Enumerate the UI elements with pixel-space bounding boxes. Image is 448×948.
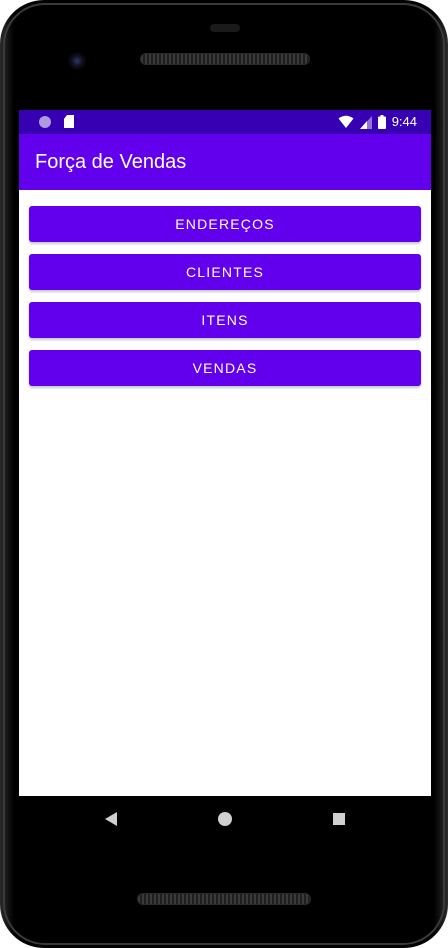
back-icon[interactable]: [105, 812, 117, 826]
battery-icon: [377, 115, 386, 129]
vendas-button[interactable]: VENDAS: [29, 350, 421, 386]
earpiece-slot: [210, 24, 240, 32]
sd-card-icon: [64, 115, 74, 128]
bottom-speaker-grille: [137, 893, 311, 905]
phone-device-frame: 9:44 Força de Vendas ENDEREÇOS CLIENTES …: [0, 0, 448, 948]
status-time: 9:44: [391, 114, 417, 129]
top-speaker-grille: [140, 53, 310, 65]
main-content: ENDEREÇOS CLIENTES ITENS VENDAS: [19, 190, 431, 796]
home-icon[interactable]: [218, 812, 232, 826]
app-bar: Força de Vendas: [19, 134, 431, 190]
app-title: Força de Vendas: [35, 151, 187, 173]
status-bar: 9:44: [19, 110, 431, 134]
clientes-button[interactable]: CLIENTES: [29, 254, 421, 290]
enderecos-button[interactable]: ENDEREÇOS: [29, 206, 421, 242]
notification-dot-icon: [39, 116, 51, 128]
status-right-group: 9:44: [338, 113, 417, 131]
itens-button[interactable]: ITENS: [29, 302, 421, 338]
recents-icon[interactable]: [333, 813, 345, 825]
wifi-icon: [338, 115, 354, 128]
navigation-bar: [19, 796, 431, 842]
signal-icon: [359, 115, 372, 129]
front-camera-icon: [68, 52, 86, 70]
screen: 9:44 Força de Vendas ENDEREÇOS CLIENTES …: [19, 110, 431, 796]
